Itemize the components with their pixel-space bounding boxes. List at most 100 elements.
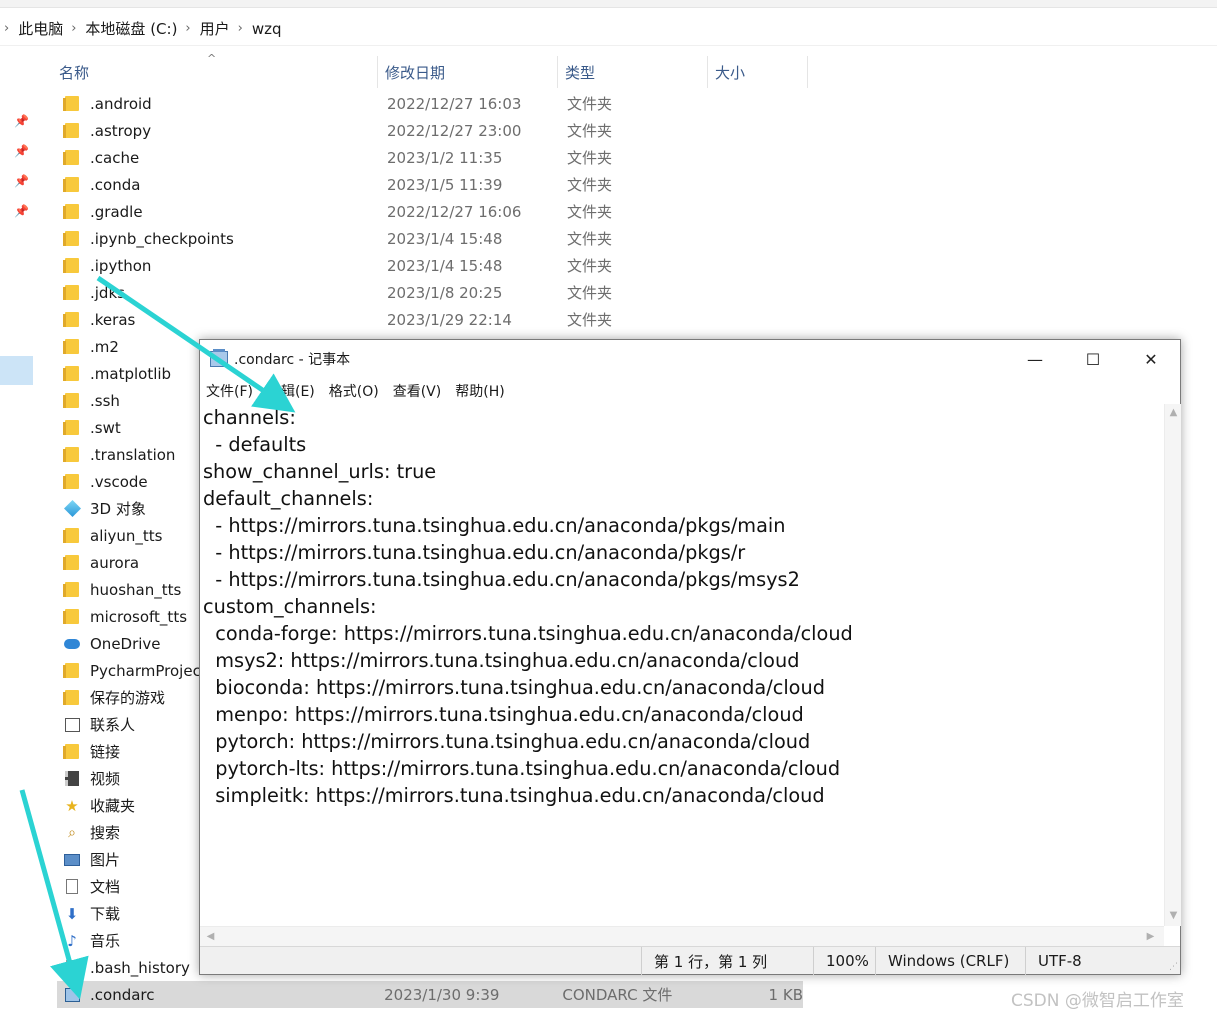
file-row[interactable]: .gradle 2022/12/27 16:06 文件夹 [57,198,817,225]
file-icon [62,960,82,976]
folder-icon [62,339,82,355]
file-row[interactable]: .jdks 2023/1/8 20:25 文件夹 [57,279,817,306]
file-row[interactable]: .keras 2023/1/29 22:14 文件夹 [57,306,817,333]
folder-icon [62,312,82,328]
status-cursor-position: 第 1 行，第 1 列 [641,947,813,975]
status-encoding: UTF-8 [1025,947,1165,975]
column-header-date[interactable]: 修改日期 [378,56,558,88]
onedrive-icon [62,636,82,652]
file-name: .ipynb_checkpoints [90,229,234,248]
text-line: - defaults [203,433,307,456]
text-line: show_channel_urls: true [203,460,437,483]
column-date-label: 修改日期 [385,63,446,82]
breadcrumb-wzq[interactable]: wzq [252,20,282,38]
menu-help[interactable]: 帮助(H) [455,381,504,401]
folder-icon [62,609,82,625]
file-type: CONDARC 文件 [562,986,673,1004]
folder-icon [62,231,82,247]
file-type: 文件夹 [567,149,613,167]
searches-icon: ⌕ [68,824,76,841]
text-line: - https://mirrors.tuna.tsinghua.edu.cn/a… [203,568,800,591]
vertical-scrollbar[interactable]: ▲ ▼ [1164,404,1181,926]
window-top-strip [0,0,1217,8]
notepad-menubar: 文件(F) 编辑(E) 格式(O) 查看(V) 帮助(H) [200,378,1180,404]
file-row[interactable]: .ipython 2023/1/4 15:48 文件夹 [57,252,817,279]
saved-games-icon [62,690,82,706]
text-line: msys2: https://mirrors.tuna.tsinghua.edu… [203,649,800,672]
file-date: 2023/1/4 15:48 [387,256,503,275]
file-name: .keras [90,310,136,329]
notepad-content[interactable]: channels: - defaults show_channel_urls: t… [203,404,1153,809]
folder-icon [62,582,82,598]
scroll-down-icon[interactable]: ▼ [1165,907,1182,924]
condarc-file-icon [62,987,82,1003]
chevron-right-icon: › [185,21,191,36]
file-date: 2023/1/8 20:25 [387,283,503,302]
status-line-ending: Windows (CRLF) [875,947,1025,975]
scroll-up-icon[interactable]: ▲ [1165,404,1182,421]
breadcrumb-local-disk[interactable]: 本地磁盘 (C:) [85,18,177,39]
menu-view[interactable]: 查看(V) [393,381,442,401]
file-name: .android [90,94,152,113]
3d-objects-icon [62,500,82,517]
file-row[interactable]: .android 2022/12/27 16:03 文件夹 [57,90,817,117]
horizontal-scrollbar[interactable]: ◀ ▶ [200,926,1164,946]
navigation-pane: 📌 📌 📌 📌 [0,46,34,1017]
nav-selected-item[interactable] [0,356,33,385]
chevron-right-icon: › [237,21,243,36]
folder-icon [62,393,82,409]
status-encoding-text: UTF-8 [1038,952,1082,970]
column-header-type[interactable]: 类型 [558,56,708,88]
column-header-name[interactable]: 名称 [52,56,378,88]
file-row[interactable]: .astropy 2022/12/27 23:00 文件夹 [57,117,817,144]
notepad-text-area[interactable]: channels: - defaults show_channel_urls: t… [200,404,1164,926]
pin-icon[interactable]: 📌 [14,144,29,158]
file-date: 2023/1/30 9:39 [384,985,500,1004]
maximize-button[interactable]: ☐ [1064,340,1122,378]
pin-icon[interactable]: 📌 [14,174,29,188]
minimize-button[interactable]: — [1006,340,1064,378]
file-type: 文件夹 [567,122,613,140]
folder-icon [62,366,82,382]
file-type: 文件夹 [567,284,613,302]
folder-icon [62,150,82,166]
file-name: .conda [90,175,141,194]
folder-icon [62,447,82,463]
breadcrumb-users[interactable]: 用户 [200,18,230,39]
file-row[interactable]: .condarc 2023/1/30 9:39 CONDARC 文件 1 KB [57,981,803,1008]
folder-icon [62,204,82,220]
scroll-right-icon[interactable]: ▶ [1142,928,1159,945]
file-type: 文件夹 [567,257,613,275]
folder-icon [62,285,82,301]
text-line: - https://mirrors.tuna.tsinghua.edu.cn/a… [203,514,786,537]
menu-edit[interactable]: 编辑(E) [267,381,315,401]
pin-icon[interactable]: 📌 [14,114,29,128]
file-name: .gradle [90,202,143,221]
downloads-icon: ⬇ [65,904,79,923]
pictures-icon [62,852,82,868]
scroll-left-icon[interactable]: ◀ [202,928,219,945]
file-row[interactable]: .cache 2023/1/2 11:35 文件夹 [57,144,817,171]
file-name: .cache [90,148,140,167]
file-date: 2023/1/2 11:35 [387,148,503,167]
text-line: menpo: https://mirrors.tuna.tsinghua.edu… [203,703,804,726]
notepad-icon [210,349,228,367]
file-name: .ipython [90,256,152,275]
column-name-label: 名称 [59,63,90,82]
breadcrumb: › 此电脑 › 本地磁盘 (C:) › 用户 › wzq [0,12,1217,46]
notepad-titlebar[interactable]: .condarc - 记事本 — ☐ ✕ [200,340,1180,378]
column-header-size[interactable]: 大小 [708,56,808,88]
file-row[interactable]: .ipynb_checkpoints 2023/1/4 15:48 文件夹 [57,225,817,252]
menu-format[interactable]: 格式(O) [329,381,379,401]
file-row[interactable]: .conda 2023/1/5 11:39 文件夹 [57,171,817,198]
status-line-ending-text: Windows (CRLF) [888,952,1010,970]
breadcrumb-this-pc[interactable]: 此电脑 [18,18,63,39]
chevron-right-icon: › [71,21,77,36]
menu-file[interactable]: 文件(F) [206,381,253,401]
favorites-icon: ★ [65,796,79,815]
pin-icon[interactable]: 📌 [14,204,29,218]
text-line: conda-forge: https://mirrors.tuna.tsingh… [203,622,853,645]
close-button[interactable]: ✕ [1122,340,1180,378]
resize-grip-icon[interactable]: ⋰ [1169,962,1178,972]
text-line: pytorch-lts: https://mirrors.tuna.tsingh… [203,757,841,780]
